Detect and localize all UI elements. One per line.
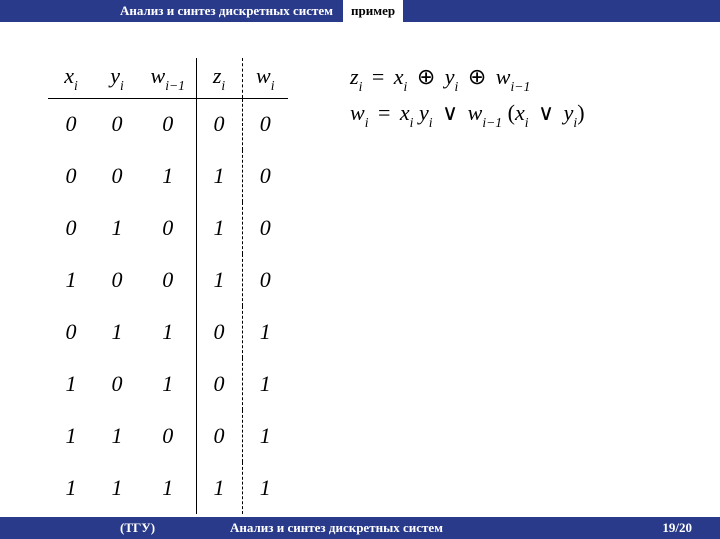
formulas-block: zi = xi ⊕ yi ⊕ wi−1 wi = xi yi ∨ wi−1 (x…	[350, 60, 585, 131]
footer-page-counter: 19/20	[662, 520, 720, 536]
slide-page: Анализ и синтез дискретных систем пример…	[0, 0, 720, 539]
header-subtitle: пример	[343, 0, 403, 22]
formula-zi: zi = xi ⊕ yi ⊕ wi−1	[350, 60, 585, 96]
truth-table: xi yi wi−1 zi wi 00000 00110 01010 10010…	[48, 58, 288, 514]
table-row: 00110	[48, 150, 288, 202]
table-body: 00000 00110 01010 10010 01101 10101 1100…	[48, 98, 288, 514]
table-header-row: xi yi wi−1 zi wi	[48, 58, 288, 98]
col-header-xi: xi	[48, 58, 94, 98]
footer-left: (ТГУ)	[0, 520, 230, 536]
footer-bar: (ТГУ) Анализ и синтез дискретных систем …	[0, 517, 720, 539]
formula-wi: wi = xi yi ∨ wi−1 (xi ∨ yi)	[350, 96, 585, 132]
header-bar: Анализ и синтез дискретных систем пример	[0, 0, 720, 22]
footer-center: Анализ и синтез дискретных систем	[230, 520, 662, 536]
col-header-zi: zi	[196, 58, 242, 98]
table-row: 00000	[48, 98, 288, 150]
table-row: 11111	[48, 462, 288, 514]
col-header-wi-1: wi−1	[140, 58, 196, 98]
table-row: 01101	[48, 306, 288, 358]
table-row: 11001	[48, 410, 288, 462]
truth-table-element: xi yi wi−1 zi wi 00000 00110 01010 10010…	[48, 58, 288, 514]
table-row: 10101	[48, 358, 288, 410]
table-row: 01010	[48, 202, 288, 254]
header-title: Анализ и синтез дискретных систем	[0, 3, 341, 19]
content-area: xi yi wi−1 zi wi 00000 00110 01010 10010…	[0, 22, 720, 517]
col-header-yi: yi	[94, 58, 140, 98]
table-row: 10010	[48, 254, 288, 306]
col-header-wi: wi	[242, 58, 288, 98]
